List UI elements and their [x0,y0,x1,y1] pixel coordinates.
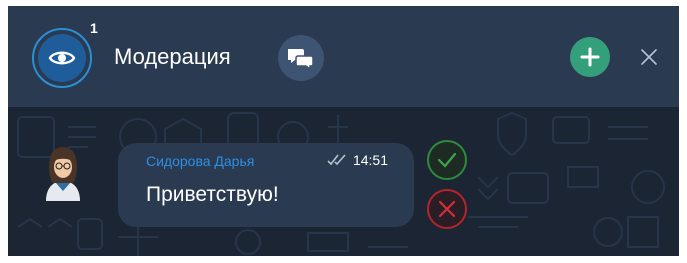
chats-button[interactable] [278,35,324,81]
reject-button[interactable] [427,189,467,229]
avatar [38,143,88,201]
approve-button[interactable] [427,140,467,180]
close-button[interactable] [635,43,663,71]
check-icon [437,152,457,168]
moderation-count-badge: 1 [90,20,98,36]
message-time: 14:51 [352,152,388,168]
close-icon [641,49,657,65]
moderation-window: 1 Модерация Сидорова Дарья 14:51 Приветс… [8,6,679,256]
double-check-icon [327,154,346,166]
moderation-button[interactable] [32,28,92,88]
message-bubble: Сидорова Дарья 14:51 Приветствую! [118,143,414,227]
message-meta: 14:51 [327,152,388,168]
plus-icon [580,47,600,67]
chat-area: Сидорова Дарья 14:51 Приветствую! [8,107,679,256]
moderation-button-inner [38,34,86,82]
chat-bubbles-icon [288,49,314,69]
user-avatar-icon [46,147,80,201]
add-button[interactable] [570,37,610,77]
message-author[interactable]: Сидорова Дарья [146,153,254,169]
eye-icon [48,51,76,65]
cross-icon [438,200,456,218]
header: 1 Модерация [8,6,679,107]
message-text: Приветствую! [146,183,279,206]
page-title: Модерация [114,44,231,69]
